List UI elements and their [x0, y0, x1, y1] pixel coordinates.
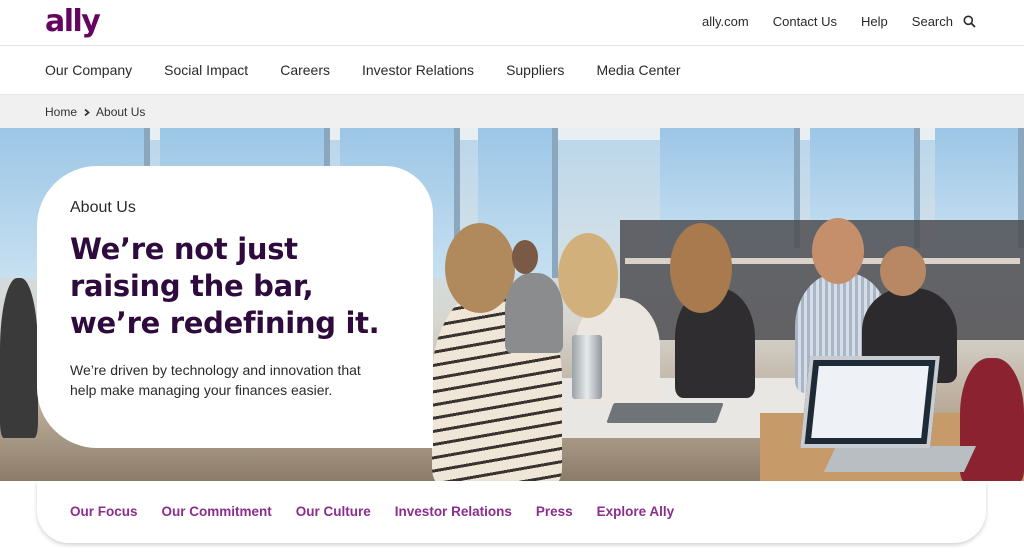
laptop-screen — [811, 366, 929, 438]
hero-card: About Us We’re not just raising the bar,… — [37, 166, 433, 448]
hero-person-head — [670, 223, 732, 313]
breadcrumb-current: About Us — [96, 105, 146, 119]
chevron-right-icon — [84, 108, 90, 116]
anchor-press[interactable]: Press — [536, 504, 573, 519]
anchor-investor-relations[interactable]: Investor Relations — [395, 504, 512, 519]
hero-laptop-base — [823, 446, 977, 472]
nav-item-suppliers[interactable]: Suppliers — [506, 62, 564, 78]
utility-link-allycom[interactable]: ally.com — [702, 14, 749, 29]
search-button[interactable]: Search — [912, 14, 976, 29]
breadcrumb: Home About Us — [0, 95, 1024, 128]
nav-item-social-impact[interactable]: Social Impact — [164, 62, 248, 78]
anchor-explore-ally[interactable]: Explore Ally — [597, 504, 675, 519]
nav-item-our-company[interactable]: Our Company — [45, 62, 132, 78]
hero-person-head — [558, 233, 618, 318]
hero-tumbler — [572, 335, 602, 399]
nav-item-careers[interactable]: Careers — [280, 62, 330, 78]
ally-logo[interactable]: ally — [45, 4, 101, 40]
hero-person-head — [880, 246, 926, 296]
search-icon — [963, 15, 976, 28]
anchor-nav: Our Focus Our Commitment Our Culture Inv… — [37, 481, 986, 543]
hero-eyebrow: About Us — [70, 199, 136, 216]
top-utility-bar: ally ally.com Contact Us Help Search — [0, 0, 1024, 46]
breadcrumb-home[interactable]: Home — [45, 105, 77, 119]
nav-item-media-center[interactable]: Media Center — [596, 62, 680, 78]
hero-person-head — [445, 223, 515, 313]
hero-tablet — [606, 403, 724, 423]
hero-person — [0, 278, 38, 438]
utility-link-help[interactable]: Help — [861, 14, 888, 29]
hero-person — [505, 273, 563, 353]
hero-person — [960, 358, 1024, 481]
anchor-our-focus[interactable]: Our Focus — [70, 504, 138, 519]
main-nav: Our Company Social Impact Careers Invest… — [0, 47, 1024, 95]
search-label: Search — [911, 14, 953, 29]
hero-title: We’re not just raising the bar, we’re re… — [70, 232, 380, 340]
hero-description: We’re driven by technology and innovatio… — [70, 362, 361, 398]
anchor-our-commitment[interactable]: Our Commitment — [162, 504, 272, 519]
hero-person-head — [512, 240, 538, 274]
utility-nav: ally.com Contact Us Help Search — [702, 14, 976, 29]
hero-laptop — [800, 356, 940, 448]
utility-link-contact-us[interactable]: Contact Us — [773, 14, 837, 29]
hero-person-head — [812, 218, 864, 284]
nav-item-investor-relations[interactable]: Investor Relations — [362, 62, 474, 78]
anchor-our-culture[interactable]: Our Culture — [296, 504, 371, 519]
